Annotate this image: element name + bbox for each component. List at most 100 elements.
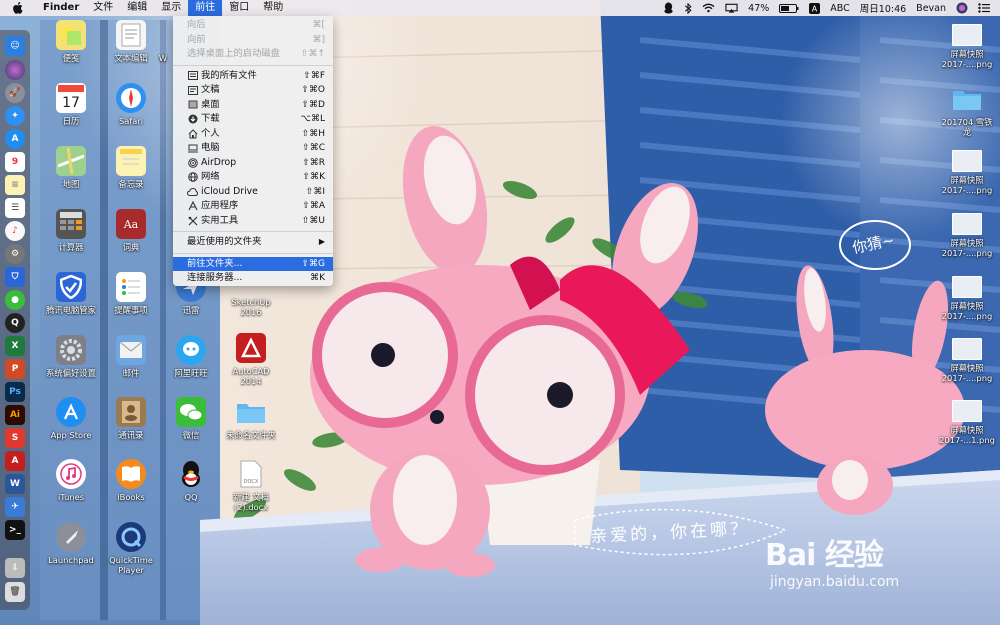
ibooks-app[interactable]: iBooks [100, 459, 162, 502]
autocad-dock-icon[interactable]: A [5, 451, 25, 471]
calendar-app[interactable]: 17 日历 [40, 83, 102, 126]
quicktime-app[interactable]: QuickTime Player [100, 522, 162, 575]
qq-status-icon[interactable] [663, 2, 674, 14]
battery-icon[interactable] [779, 3, 799, 13]
menu-help[interactable]: 帮助 [256, 0, 290, 16]
bluetooth-icon[interactable] [684, 2, 692, 14]
network-item[interactable]: 网络 ⇧⌘K [173, 170, 333, 185]
xunlei-dock-icon[interactable]: ✈ [5, 497, 25, 517]
notes-icon [116, 146, 146, 176]
maps-icon [56, 146, 86, 176]
docx-file[interactable]: DOCX 新建 文档 (2).docx [220, 459, 282, 512]
finder-icon[interactable]: ☺ [5, 36, 25, 56]
trash-icon[interactable]: 🗑 [5, 582, 25, 602]
user-name[interactable]: Bevan [916, 3, 946, 14]
siri-dock-icon[interactable] [5, 60, 25, 80]
notification-center-icon[interactable] [978, 3, 990, 13]
itunes-dock-icon[interactable]: ♪ [5, 221, 25, 241]
dictionary-app[interactable]: Aa 词典 [100, 209, 162, 252]
go-forward-item[interactable]: 向前 ⌘] [173, 33, 333, 48]
screenshot-file[interactable]: 屏幕快照 2017-....png [936, 150, 998, 195]
wifi-icon[interactable] [702, 3, 715, 13]
screenshot-file[interactable]: 屏幕快照 2017-....png [936, 338, 998, 383]
system-prefs-dock-icon[interactable]: ⚙ [5, 244, 25, 264]
untitled-folder[interactable]: 未命名文件夹 [220, 397, 282, 440]
illustrator-dock-icon[interactable]: Ai [5, 405, 25, 425]
reminders-app[interactable]: 提醒事项 [100, 272, 162, 315]
powerpoint-dock-icon[interactable]: P [5, 359, 25, 379]
notes-dock-icon[interactable]: ≡ [5, 175, 25, 195]
menubar-clock[interactable]: 周日10:46 [860, 1, 906, 15]
wechat-app[interactable]: 微信 [160, 397, 222, 440]
screenshot-file[interactable]: 屏幕快照 2017-....png [936, 24, 998, 69]
safari-dock-icon[interactable]: ✦ [5, 106, 25, 126]
menu-window[interactable]: 窗口 [222, 0, 256, 16]
menu-go[interactable]: 前往 [188, 0, 223, 16]
mail-app[interactable]: 邮件 [100, 335, 162, 378]
tencent-manager-dock-icon[interactable]: ⛉ [5, 267, 25, 287]
excel-dock-icon[interactable]: X [5, 336, 25, 356]
input-source-icon[interactable]: A [809, 2, 821, 14]
menu-finder[interactable]: Finder [36, 0, 86, 16]
launchpad-app[interactable]: Launchpad [40, 522, 102, 565]
safari-app[interactable]: Safari [100, 83, 162, 126]
photoshop-dock-icon[interactable]: Ps [5, 382, 25, 402]
terminal-dock-icon[interactable]: >_ [5, 520, 25, 540]
autocad-icon [236, 333, 266, 363]
home-item[interactable]: 个人 ⇧⌘H [173, 127, 333, 142]
apple-menu-icon[interactable] [12, 2, 26, 14]
qq-app[interactable]: QQ [160, 459, 222, 502]
sketchup-dock-icon[interactable]: S [5, 428, 25, 448]
quicktime-icon [116, 522, 146, 552]
app-store-dock-icon[interactable]: A [5, 129, 25, 149]
icloud-drive-item[interactable]: iCloud Drive ⇧⌘I [173, 185, 333, 200]
maps-app[interactable]: 地图 [40, 146, 102, 189]
citroen-folder[interactable]: 201704 雪铁 龙 [936, 84, 998, 137]
documents-item[interactable]: 文稿 ⇧⌘O [173, 83, 333, 98]
screenshot-file[interactable]: 屏幕快照 2017-....png [936, 276, 998, 321]
autocad-app[interactable]: AutoCAD 2014 [220, 333, 282, 386]
airdrop-item[interactable]: AirDrop ⇧⌘R [173, 156, 333, 171]
qq-dock-icon[interactable]: Q [5, 313, 25, 333]
stickies-app[interactable]: 便笺 [40, 20, 102, 63]
notes-app[interactable]: 备忘录 [100, 146, 162, 189]
computer-item[interactable]: 电脑 ⇧⌘C [173, 141, 333, 156]
word-dock-icon[interactable]: W [5, 474, 25, 494]
downloads-stack-icon[interactable]: ⇩ [5, 558, 25, 578]
chat-bubble-icon [176, 335, 206, 365]
system-preferences-app[interactable]: 系统偏好设置 [40, 335, 102, 378]
gear-icon [56, 335, 86, 365]
downloads-item[interactable]: 下载 ⌥⌘L [173, 112, 333, 127]
reminders-dock-icon[interactable]: ☰ [5, 198, 25, 218]
tencent-manager-app[interactable]: 腾讯电脑管家 [40, 272, 102, 315]
input-method-label[interactable]: ABC [830, 3, 849, 14]
all-files-item[interactable]: 我的所有文件 ⇧⌘F [173, 69, 333, 84]
connect-to-server-item[interactable]: 连接服务器... ⌘K [173, 271, 333, 286]
image-file-icon [952, 400, 982, 422]
contacts-app[interactable]: 通讯录 [100, 397, 162, 440]
network-icon [187, 172, 198, 183]
recent-folders-item[interactable]: 最近使用的文件夹 ▶ [173, 235, 333, 250]
launchpad-dock-icon[interactable]: 🚀 [5, 83, 25, 103]
menu-view[interactable]: 显示 [154, 0, 188, 16]
itunes-app[interactable]: iTunes [40, 459, 102, 502]
startup-disk-item[interactable]: 选择桌面上的启动磁盘 ⇧⌘↑ [173, 47, 333, 62]
siri-icon[interactable] [956, 2, 968, 14]
calculator-app[interactable]: 计算器 [40, 209, 102, 252]
sketchup-app[interactable]: SketchUp 2016 [220, 294, 282, 317]
menu-edit[interactable]: 编辑 [120, 0, 154, 16]
go-to-folder-item[interactable]: 前往文件夹... ⇧⌘G [173, 256, 333, 271]
applications-item[interactable]: 应用程序 ⇧⌘A [173, 199, 333, 214]
aliwangwang-app[interactable]: 阿里旺旺 [160, 335, 222, 378]
calendar-dock-icon[interactable]: 9 [5, 152, 25, 172]
app-store-app[interactable]: App Store [40, 397, 102, 440]
go-back-item[interactable]: 向后 ⌘[ [173, 18, 333, 33]
penguin-icon [176, 459, 206, 489]
screenshot-file[interactable]: 屏幕快照 2017-...1.png [936, 400, 998, 445]
wechat-dock-icon[interactable]: ● [5, 290, 25, 310]
utilities-item[interactable]: 实用工具 ⇧⌘U [173, 214, 333, 229]
screenshot-file[interactable]: 屏幕快照 2017-....png [936, 213, 998, 258]
menu-file[interactable]: 文件 [86, 0, 120, 16]
airplay-icon[interactable] [725, 3, 738, 13]
desktop-item[interactable]: 桌面 ⇧⌘D [173, 98, 333, 113]
